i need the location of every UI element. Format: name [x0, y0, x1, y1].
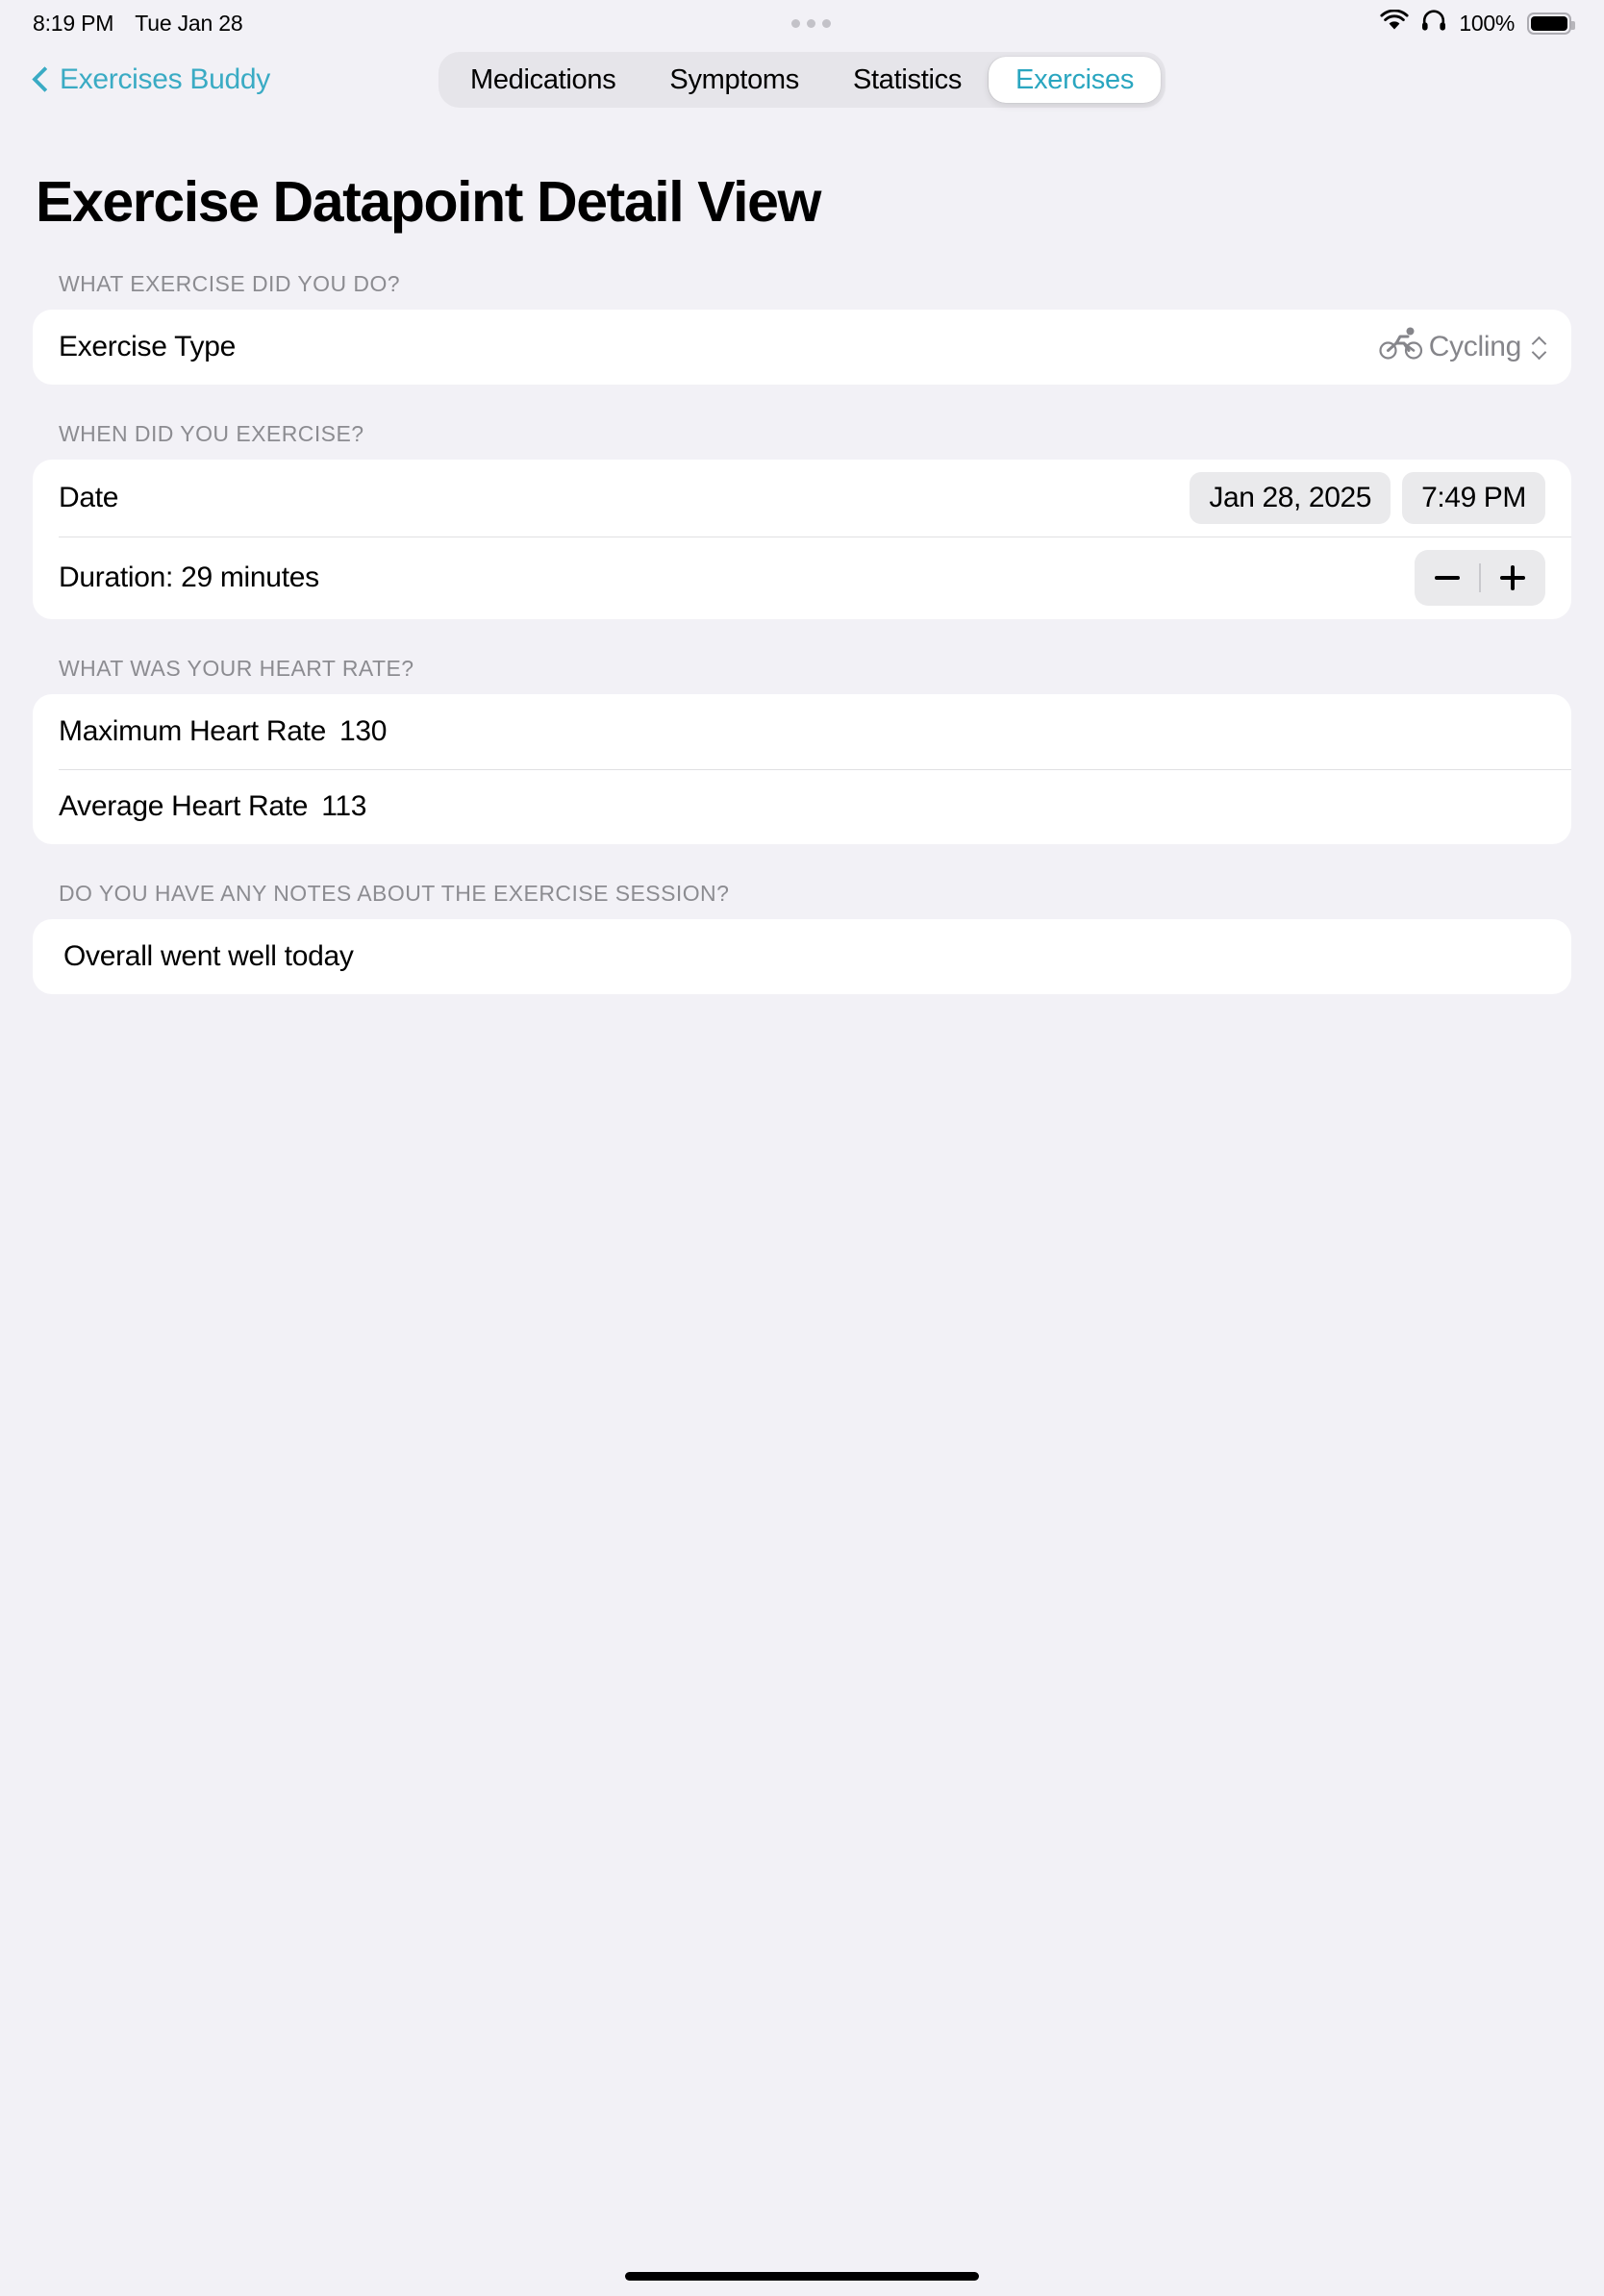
status-bar-date: Tue Jan 28	[135, 10, 243, 36]
max-heart-rate-value[interactable]: 130	[326, 715, 387, 748]
heart-rate-card: Maximum Heart Rate 130 Average Heart Rat…	[33, 694, 1571, 844]
plus-icon	[1500, 565, 1526, 590]
section-exercise-type: WHAT EXERCISE DID YOU DO? Exercise Type	[33, 271, 1571, 385]
multitasking-dots-icon[interactable]	[791, 18, 832, 28]
page-content: Exercise Datapoint Detail View WHAT EXER…	[0, 169, 1604, 994]
average-heart-rate-value[interactable]: 113	[308, 790, 366, 823]
date-label: Date	[59, 482, 119, 513]
section-heart-rate: WHAT WAS YOUR HEART RATE? Maximum Heart …	[33, 656, 1571, 844]
exercise-type-picker[interactable]: Cycling	[1379, 327, 1545, 367]
bicycle-icon	[1379, 327, 1423, 367]
tab-segmented-control: Medications Symptoms Statistics Exercise…	[438, 52, 1166, 108]
date-time-group: Jan 28, 2025 7:49 PM	[1190, 472, 1545, 524]
exercise-type-card: Exercise Type Cycling	[33, 310, 1571, 385]
section-header-heart-rate: WHAT WAS YOUR HEART RATE?	[59, 656, 414, 681]
chevron-up-down-icon	[1533, 335, 1545, 360]
tab-symptoms[interactable]: Symptoms	[642, 57, 826, 103]
status-bar-time: 8:19 PM	[33, 10, 114, 36]
exercise-type-row[interactable]: Exercise Type Cycling	[33, 310, 1571, 385]
section-notes: DO YOU HAVE ANY NOTES ABOUT THE EXERCISE…	[33, 881, 1571, 994]
average-heart-rate-label: Average Heart Rate	[59, 790, 309, 822]
notes-input[interactable]: Overall went well today	[59, 940, 1545, 973]
date-picker-button[interactable]: Jan 28, 2025	[1190, 472, 1391, 524]
back-button-label: Exercises Buddy	[60, 63, 270, 95]
page-title: Exercise Datapoint Detail View	[36, 170, 821, 234]
exercise-type-value: Cycling	[1428, 331, 1522, 362]
section-header-notes: DO YOU HAVE ANY NOTES ABOUT THE EXERCISE…	[59, 881, 730, 906]
status-bar-right: 100%	[1380, 9, 1575, 37]
navigation-bar: Exercises Buddy Medications Symptoms Sta…	[0, 46, 1604, 113]
wifi-icon	[1380, 9, 1409, 37]
duration-stepper	[1415, 550, 1545, 606]
exercise-type-label: Exercise Type	[59, 331, 236, 362]
notes-card[interactable]: Overall went well today	[33, 919, 1571, 994]
tab-statistics[interactable]: Statistics	[826, 57, 989, 103]
tab-medications[interactable]: Medications	[443, 57, 642, 103]
date-row: Date Jan 28, 2025 7:49 PM	[33, 460, 1571, 537]
back-button[interactable]: Exercises Buddy	[33, 63, 270, 96]
home-indicator	[625, 2272, 979, 2281]
time-picker-button[interactable]: 7:49 PM	[1402, 472, 1545, 524]
battery-percent-label: 100%	[1459, 10, 1515, 36]
max-heart-rate-label: Maximum Heart Rate	[59, 715, 327, 747]
chevron-left-icon	[33, 66, 48, 93]
minus-icon	[1434, 576, 1460, 580]
status-bar: 8:19 PM Tue Jan 28 100%	[0, 0, 1604, 46]
when-card: Date Jan 28, 2025 7:49 PM Duration: 29 m…	[33, 460, 1571, 619]
max-heart-rate-row[interactable]: Maximum Heart Rate 130	[33, 694, 1571, 769]
status-bar-left: 8:19 PM Tue Jan 28	[33, 11, 243, 37]
duration-label: Duration: 29 minutes	[59, 562, 319, 593]
average-heart-rate-row[interactable]: Average Heart Rate 113	[33, 769, 1571, 844]
section-header-exercise: WHAT EXERCISE DID YOU DO?	[59, 271, 401, 296]
status-bar-center	[243, 18, 1381, 28]
section-header-when: WHEN DID YOU EXERCISE?	[59, 421, 364, 446]
duration-row: Duration: 29 minutes	[33, 537, 1571, 619]
duration-decrement-button[interactable]	[1415, 550, 1479, 606]
duration-increment-button[interactable]	[1481, 550, 1545, 606]
section-when: WHEN DID YOU EXERCISE? Date Jan 28, 2025…	[33, 421, 1571, 619]
battery-full-icon	[1527, 12, 1575, 35]
tab-exercises[interactable]: Exercises	[989, 57, 1162, 103]
headphones-icon	[1421, 9, 1446, 37]
